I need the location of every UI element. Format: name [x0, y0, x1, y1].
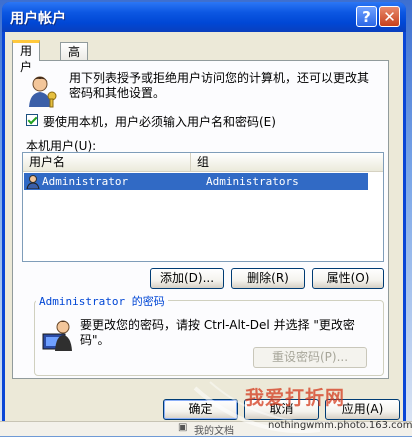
reset-password-button[interactable]: 重设密码(P)...	[253, 347, 367, 368]
add-user-button[interactable]: 添加(D)...	[150, 268, 224, 289]
remove-user-button[interactable]: 删除(R)	[231, 268, 305, 289]
require-login-checkbox[interactable]	[26, 114, 38, 126]
window-title: 用户帐户	[10, 11, 66, 27]
close-button[interactable]: ✕	[379, 6, 400, 27]
column-header-group[interactable]: 组	[191, 153, 383, 171]
taskbar-item-my-documents[interactable]: 我的文档	[194, 422, 234, 437]
user-icon	[26, 175, 40, 189]
user-group-cell: Administrators	[206, 175, 299, 188]
folder-icon: ▣	[178, 422, 188, 433]
password-instructions: 要更改您的密码，请按 Ctrl-Alt-Del 并选择 "更改密码"。	[80, 318, 355, 347]
user-name-cell: Administrator	[42, 175, 129, 188]
title-bar[interactable]: 用户帐户 ? ✕	[2, 2, 406, 32]
properties-button[interactable]: 属性(O)	[312, 268, 384, 289]
tab-advanced[interactable]: 高级	[60, 42, 89, 77]
table-row[interactable]: Administrator Administrators	[24, 173, 368, 190]
ok-button[interactable]: 确定	[163, 399, 238, 420]
user-computer-icon	[42, 320, 72, 351]
watermark-url: nothingwmm.photo.163.com	[268, 420, 412, 431]
users-list[interactable]: 用户名 组 Administrator Administrators	[22, 152, 384, 262]
require-login-label: 要使用本机，用户必须输入用户名和密码(E)	[43, 115, 276, 129]
column-header-username[interactable]: 用户名	[23, 153, 191, 171]
password-group-title: Administrator 的密码	[36, 293, 168, 309]
users-list-header: 用户名 组	[23, 153, 383, 172]
users-keys-icon	[29, 76, 57, 108]
watermark-title: 我爱打折网	[245, 387, 346, 409]
tab-users[interactable]: 用户	[12, 40, 41, 74]
help-button[interactable]: ?	[356, 6, 377, 27]
intro-text: 用下列表授予或拒绝用户访问您的计算机，还可以更改其密码和其他设置。	[69, 71, 370, 100]
